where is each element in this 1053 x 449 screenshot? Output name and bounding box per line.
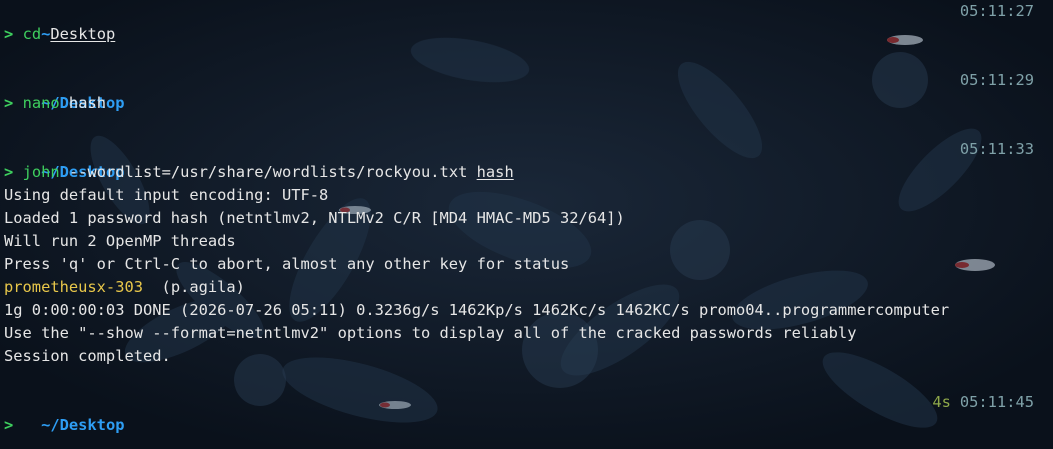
cracked-password-line: prometheusx-303 (p.agila): [4, 276, 1034, 299]
cracked-password: prometheusx-303: [4, 278, 143, 296]
command-argument: Desktop: [50, 25, 116, 43]
command-duration: 4s: [932, 393, 951, 411]
timestamp: 05:11:29: [959, 71, 1034, 89]
output-line: Will run 2 OpenMP threads: [4, 232, 236, 250]
prompt-header-line: ~/Desktop 05:11:29: [4, 69, 1034, 112]
command-line: > nano hash: [4, 92, 1034, 115]
command-name: cd: [22, 25, 42, 43]
timestamp-group: 4s 05:11:45: [932, 391, 1034, 414]
prompt-symbol: >: [4, 163, 14, 181]
command-argument: hash: [476, 163, 514, 181]
output-line: Loaded 1 password hash (netntlmv2, NTLMv…: [4, 209, 625, 227]
output-line: 1g 0:00:00:03 DONE (2026-07-26 05:11) 0.…: [4, 301, 950, 319]
terminal-output: ~ 05:11:27 > cd Desktop ~/Desktop 05:11:…: [4, 0, 1034, 437]
timestamp: 05:11:45: [959, 393, 1034, 411]
command-argument: --wordlist=/usr/share/wordlists/rockyou.…: [68, 163, 468, 181]
timestamp: 05:11:33: [959, 140, 1034, 158]
command-name: nano: [22, 94, 60, 112]
command-line: > john --wordlist=/usr/share/wordlists/r…: [4, 161, 1034, 184]
prompt-symbol: >: [4, 94, 14, 112]
active-prompt-line[interactable]: >: [4, 414, 1034, 437]
prompt-header-line: ~/Desktop 05:11:33: [4, 138, 1034, 181]
prompt-symbol: >: [4, 25, 14, 43]
output-line: Session completed.: [4, 347, 171, 365]
timestamp: 05:11:27: [959, 2, 1034, 20]
prompt-symbol: >: [4, 416, 14, 434]
prompt-header-line: ~ 05:11:27: [4, 0, 1034, 43]
prompt-header-line: ~/Desktop 4s 05:11:45: [4, 391, 1034, 434]
cracked-username: (p.agila): [161, 278, 245, 296]
command-name: john: [22, 163, 60, 181]
output-line: Using default input encoding: UTF-8: [4, 186, 329, 204]
command-argument: hash: [68, 94, 106, 112]
command-line: > cd Desktop: [4, 23, 1034, 46]
output-line: Use the "--show --format=netntlmv2" opti…: [4, 324, 857, 342]
output-line: Press 'q' or Ctrl-C to abort, almost any…: [4, 255, 570, 273]
